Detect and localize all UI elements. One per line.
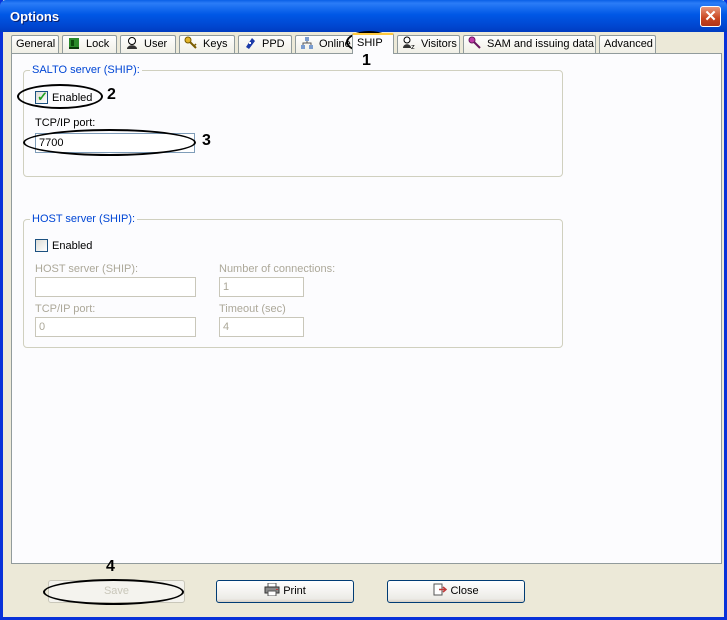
tab-sam-issuing-data[interactable]: SAM and issuing data <box>463 35 596 53</box>
timeout-label: Timeout (sec) <box>219 303 286 315</box>
callout-ellipse-4 <box>43 579 184 605</box>
tab-label: General <box>16 38 56 50</box>
tab-advanced[interactable]: Advanced <box>599 35 656 53</box>
tab-label: PPD <box>262 38 285 50</box>
callout-number-3: 3 <box>202 132 211 149</box>
tab-label: User <box>144 38 168 50</box>
callout-number-2: 2 <box>107 86 116 103</box>
printer-icon <box>264 582 280 597</box>
tab-ship[interactable]: SHIP <box>352 33 394 54</box>
tab-label: Advanced <box>604 38 653 50</box>
visitors-icon: z <box>402 36 418 51</box>
callout-ellipse-3 <box>23 129 196 156</box>
lock-icon <box>67 36 83 50</box>
salto-port-label: TCP/IP port: <box>35 117 96 129</box>
host-server-input[interactable] <box>35 277 196 297</box>
tab-label: Lock <box>86 38 110 50</box>
tab-lock[interactable]: Lock <box>62 35 117 53</box>
keys-icon <box>184 36 200 50</box>
tab-label: SAM and issuing data <box>487 38 595 50</box>
tab-label: SHIP <box>357 37 383 49</box>
user-icon <box>125 36 141 50</box>
host-enabled-label[interactable]: Enabled <box>52 240 92 253</box>
connections-input[interactable]: 1 <box>219 277 304 297</box>
tab-label: Keys <box>203 38 228 50</box>
title-bar[interactable]: Options ✕ <box>0 0 727 32</box>
callout-number-1: 1 <box>362 52 371 69</box>
online-icon <box>300 36 316 50</box>
svg-text:z: z <box>411 43 415 50</box>
host-server-label: HOST server (SHIP): <box>35 263 139 275</box>
print-button[interactable]: Print <box>216 580 354 603</box>
tab-keys[interactable]: Keys <box>179 35 235 53</box>
tab-ppd[interactable]: PPD <box>238 35 292 53</box>
close-button[interactable]: Close <box>387 580 525 603</box>
salto-server-group: SALTO server (SHIP): ✓ Enabled TCP/IP po… <box>23 64 563 177</box>
window-title: Options <box>10 9 60 24</box>
tab-visitors[interactable]: z Visitors <box>397 35 460 53</box>
tab-general[interactable]: General <box>11 35 59 53</box>
host-port-input[interactable]: 0 <box>35 317 196 337</box>
connections-label: Number of connections: <box>219 263 336 275</box>
exit-icon <box>433 583 448 596</box>
close-label: Close <box>450 585 479 597</box>
timeout-input[interactable]: 4 <box>219 317 304 337</box>
salto-group-title: SALTO server (SHIP): <box>30 64 142 76</box>
sam-key-icon <box>468 36 484 50</box>
window-close-icon[interactable]: ✕ <box>700 6 721 27</box>
host-server-group: HOST server (SHIP): Enabled HOST server … <box>23 213 563 348</box>
host-group-title: HOST server (SHIP): <box>30 213 138 225</box>
host-enabled-checkbox[interactable] <box>35 239 48 252</box>
host-port-label: TCP/IP port: <box>35 303 96 315</box>
print-label: Print <box>283 585 306 597</box>
callout-number-4: 4 <box>106 558 115 575</box>
ppd-icon <box>243 36 259 50</box>
tab-user[interactable]: User <box>120 35 176 53</box>
tab-label: Visitors <box>421 38 457 50</box>
callout-ellipse-2 <box>17 84 103 109</box>
